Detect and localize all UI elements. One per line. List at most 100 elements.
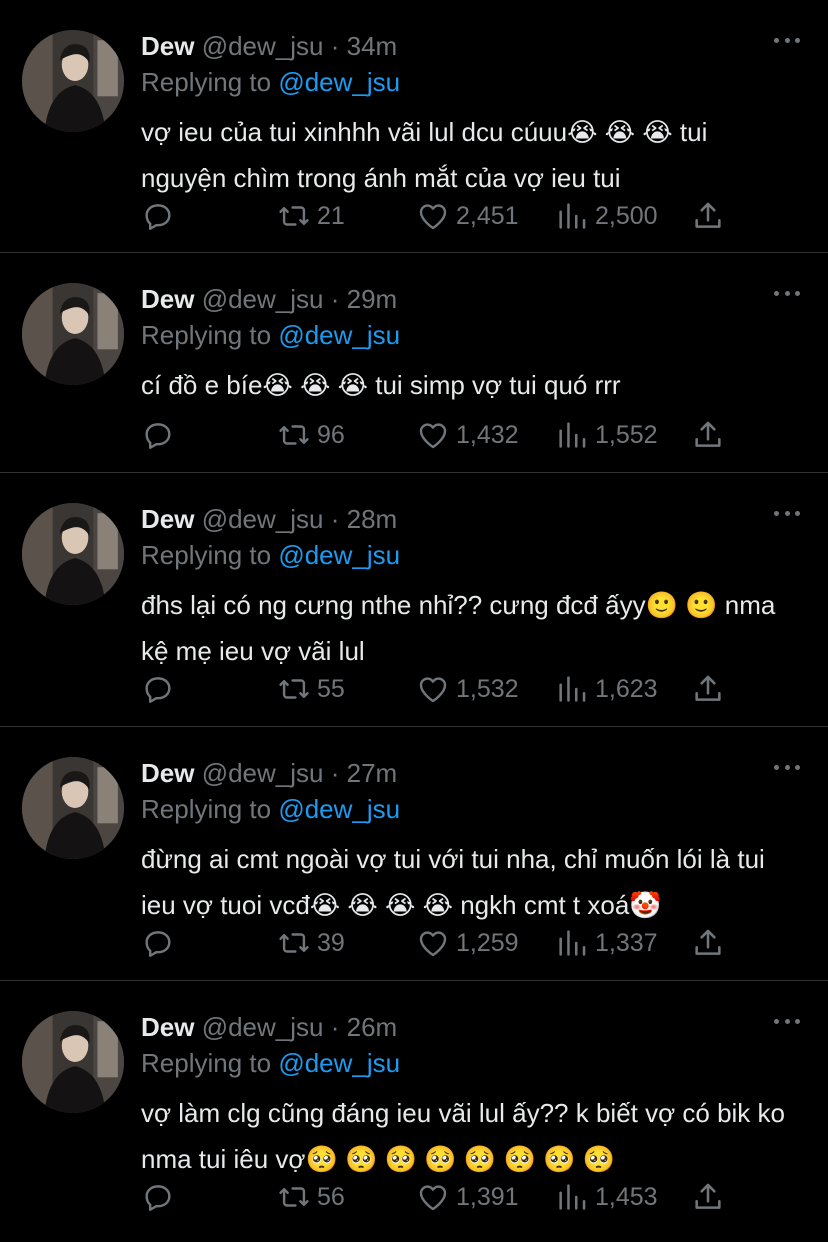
retweet-icon: [279, 933, 309, 953]
retweet-button[interactable]: 96: [277, 415, 345, 455]
heart-icon: [419, 931, 447, 957]
action-bar: 39 1,259 1,337: [141, 923, 828, 963]
tweet-text: đhs lại có ng cưng nthe nhỉ?? cưng đcđ ấ…: [141, 590, 776, 666]
tweet-header: Dew @dew_jsu · 27m: [141, 755, 808, 791]
retweet-button[interactable]: 56: [277, 1177, 345, 1217]
reply-button[interactable]: [141, 923, 181, 963]
views-button[interactable]: 1,552: [555, 415, 658, 455]
share-upload-icon: [695, 1183, 721, 1209]
share-button[interactable]: [691, 669, 725, 709]
like-count: 2,451: [456, 201, 519, 230]
retweet-icon: [279, 206, 309, 226]
avatar[interactable]: [22, 503, 124, 605]
retweet-icon: [279, 1187, 309, 1207]
display-name[interactable]: Dew: [141, 284, 194, 314]
replying-to: Replying to @dew_jsu: [141, 791, 808, 827]
more-dots-icon[interactable]: [774, 36, 800, 44]
timestamp[interactable]: 34m: [347, 31, 398, 61]
tweet-header: Dew @dew_jsu · 29m: [141, 281, 808, 317]
more-dots-icon[interactable]: [774, 1017, 800, 1025]
retweet-button[interactable]: 39: [277, 923, 345, 963]
views-button[interactable]: 1,337: [555, 923, 658, 963]
view-count: 1,623: [595, 674, 658, 703]
timestamp[interactable]: 28m: [347, 504, 398, 534]
share-upload-icon: [695, 675, 721, 701]
reply-button[interactable]: [141, 415, 181, 455]
separator-dot: ·: [330, 284, 340, 314]
views-button[interactable]: 2,500: [555, 196, 658, 236]
like-button[interactable]: 1,432: [416, 415, 519, 455]
display-name[interactable]: Dew: [141, 1012, 194, 1042]
tweet[interactable]: Dew @dew_jsu · 27m Replying to @dew_jsu …: [0, 727, 828, 981]
avatar-photo: [22, 283, 124, 385]
avatar[interactable]: [22, 30, 124, 132]
display-name[interactable]: Dew: [141, 758, 194, 788]
timestamp[interactable]: 26m: [347, 1012, 398, 1042]
user-handle[interactable]: @dew_jsu: [202, 31, 324, 61]
like-count: 1,432: [456, 420, 519, 449]
views-bar-chart-icon: [559, 203, 586, 229]
retweet-count: 39: [317, 928, 345, 957]
display-name[interactable]: Dew: [141, 504, 194, 534]
reply-button[interactable]: [141, 196, 181, 236]
like-count: 1,532: [456, 674, 519, 703]
avatar-photo: [22, 757, 124, 859]
like-button[interactable]: 2,451: [416, 196, 519, 236]
retweet-icon: [279, 679, 309, 699]
heart-icon: [419, 1185, 447, 1211]
share-button[interactable]: [691, 196, 725, 236]
avatar-photo: [22, 1011, 124, 1113]
more-dots-icon[interactable]: [774, 509, 800, 517]
tweet-header: Dew @dew_jsu · 28m: [141, 501, 808, 537]
timestamp[interactable]: 27m: [347, 758, 398, 788]
heart-icon: [419, 423, 447, 449]
more-dots-icon[interactable]: [774, 763, 800, 771]
tweet[interactable]: Dew @dew_jsu · 34m Replying to @dew_jsu …: [0, 0, 828, 253]
user-handle[interactable]: @dew_jsu: [202, 758, 324, 788]
reply-bubble-icon: [145, 1185, 171, 1211]
like-button[interactable]: 1,532: [416, 669, 519, 709]
retweet-button[interactable]: 21: [277, 196, 345, 236]
tweet-header: Dew @dew_jsu · 34m: [141, 28, 808, 64]
like-button[interactable]: 1,391: [416, 1177, 519, 1217]
like-button[interactable]: 1,259: [416, 923, 519, 963]
view-count: 1,552: [595, 420, 658, 449]
avatar[interactable]: [22, 283, 124, 385]
retweet-count: 96: [317, 420, 345, 449]
user-handle[interactable]: @dew_jsu: [202, 1012, 324, 1042]
replying-to: Replying to @dew_jsu: [141, 1045, 808, 1081]
views-bar-chart-icon: [559, 930, 586, 956]
views-bar-chart-icon: [559, 1184, 586, 1210]
tweet[interactable]: Dew @dew_jsu · 26m Replying to @dew_jsu …: [0, 981, 828, 1229]
like-count: 1,259: [456, 928, 519, 957]
more-dots-icon[interactable]: [774, 289, 800, 297]
share-button[interactable]: [691, 1177, 725, 1217]
reply-button[interactable]: [141, 1177, 181, 1217]
retweet-button[interactable]: 55: [277, 669, 345, 709]
timestamp[interactable]: 29m: [347, 284, 398, 314]
reply-bubble-icon: [145, 677, 171, 703]
share-upload-icon: [695, 202, 721, 228]
share-button[interactable]: [691, 923, 725, 963]
heart-icon: [419, 677, 447, 703]
replying-to-link[interactable]: @dew_jsu: [278, 540, 400, 570]
replying-to: Replying to @dew_jsu: [141, 317, 808, 353]
tweet[interactable]: Dew @dew_jsu · 29m Replying to @dew_jsu …: [0, 253, 828, 473]
replying-to-link[interactable]: @dew_jsu: [278, 1048, 400, 1078]
user-handle[interactable]: @dew_jsu: [202, 504, 324, 534]
views-button[interactable]: 1,453: [555, 1177, 658, 1217]
replying-to-link[interactable]: @dew_jsu: [278, 794, 400, 824]
replying-to-link[interactable]: @dew_jsu: [278, 320, 400, 350]
share-button[interactable]: [691, 415, 725, 455]
view-count: 2,500: [595, 201, 658, 230]
views-button[interactable]: 1,623: [555, 669, 658, 709]
replying-to-link[interactable]: @dew_jsu: [278, 67, 400, 97]
avatar[interactable]: [22, 757, 124, 859]
tweet[interactable]: Dew @dew_jsu · 28m Replying to @dew_jsu …: [0, 473, 828, 727]
action-bar: 21 2,451 2,500: [141, 196, 828, 236]
user-handle[interactable]: @dew_jsu: [202, 284, 324, 314]
views-bar-chart-icon: [559, 422, 586, 448]
reply-button[interactable]: [141, 669, 181, 709]
display-name[interactable]: Dew: [141, 31, 194, 61]
avatar[interactable]: [22, 1011, 124, 1113]
